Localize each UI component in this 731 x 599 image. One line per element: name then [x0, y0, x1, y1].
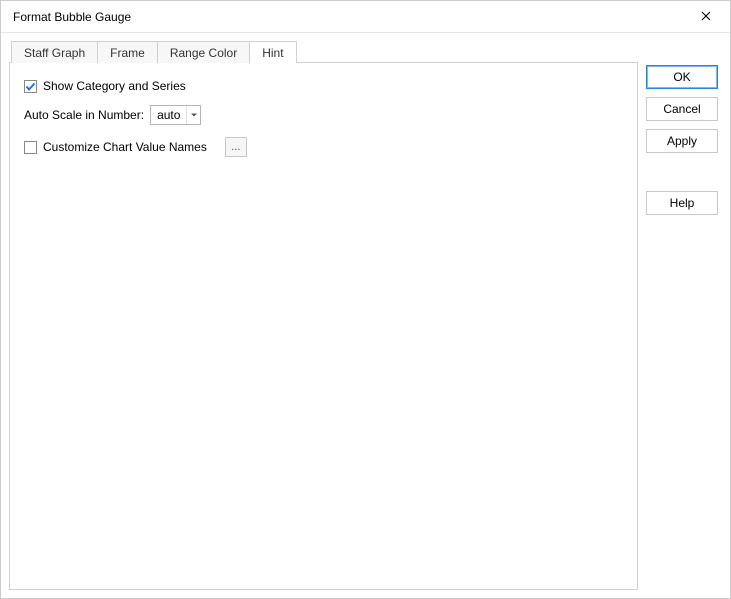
- auto-scale-label: Auto Scale in Number:: [24, 108, 144, 122]
- auto-scale-select[interactable]: auto: [150, 105, 201, 125]
- dialog-body: Staff Graph Frame Range Color Hint Show …: [1, 33, 730, 598]
- show-category-row: Show Category and Series: [24, 79, 623, 93]
- customize-names-row: Customize Chart Value Names ...: [24, 137, 623, 157]
- window-title: Format Bubble Gauge: [13, 10, 131, 24]
- checkmark-icon: [25, 81, 36, 92]
- customize-names-label: Customize Chart Value Names: [43, 140, 207, 154]
- tab-strip: Staff Graph Frame Range Color Hint: [9, 41, 638, 63]
- chevron-down-icon: [186, 106, 200, 124]
- cancel-button[interactable]: Cancel: [646, 97, 718, 121]
- customize-names-ellipsis-button[interactable]: ...: [225, 137, 247, 157]
- apply-button[interactable]: Apply: [646, 129, 718, 153]
- auto-scale-value: auto: [151, 108, 186, 122]
- titlebar: Format Bubble Gauge: [1, 1, 730, 33]
- button-sidebar: OK Cancel Apply Help: [638, 41, 722, 590]
- close-icon: [701, 10, 711, 24]
- tab-frame[interactable]: Frame: [97, 41, 158, 63]
- spacer: [646, 161, 718, 183]
- ok-button[interactable]: OK: [646, 65, 718, 89]
- main-area: Staff Graph Frame Range Color Hint Show …: [9, 41, 638, 590]
- tab-range-color[interactable]: Range Color: [157, 41, 250, 63]
- tab-hint[interactable]: Hint: [249, 41, 296, 63]
- tab-staff-graph[interactable]: Staff Graph: [11, 41, 98, 63]
- show-category-label: Show Category and Series: [43, 79, 186, 93]
- close-button[interactable]: [690, 5, 722, 29]
- show-category-checkbox[interactable]: [24, 80, 37, 93]
- auto-scale-row: Auto Scale in Number: auto: [24, 105, 623, 125]
- help-button[interactable]: Help: [646, 191, 718, 215]
- customize-names-checkbox[interactable]: [24, 141, 37, 154]
- hint-panel: Show Category and Series Auto Scale in N…: [9, 62, 638, 590]
